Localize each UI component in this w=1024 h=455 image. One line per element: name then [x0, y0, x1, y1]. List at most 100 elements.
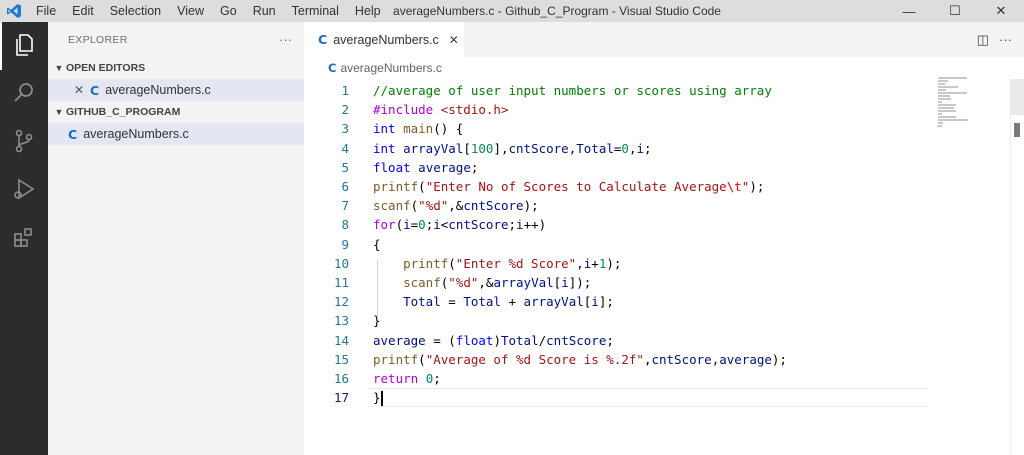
code-line[interactable]: 16 return 0;	[304, 369, 929, 388]
explorer-button[interactable]	[0, 22, 48, 70]
code-line[interactable]: 13}	[304, 311, 929, 330]
menu-terminal[interactable]: Terminal	[284, 0, 347, 22]
code-token: printf	[403, 256, 449, 271]
code-token: }	[373, 389, 381, 405]
extensions-button[interactable]	[0, 214, 48, 262]
code-token: Total	[463, 294, 501, 309]
menu-view[interactable]: View	[169, 0, 212, 22]
line-code: printf("Enter No of Scores to Calculate …	[373, 179, 764, 194]
c-file-icon: C	[328, 61, 337, 75]
editor-tab[interactable]: C averageNumbers.c ✕	[304, 22, 464, 57]
open-editor-item[interactable]: ✕ C averageNumbers.c	[48, 79, 304, 101]
code-line[interactable]: 17}	[304, 388, 929, 407]
line-number: 10	[333, 256, 349, 271]
code-token: i	[403, 217, 411, 232]
source-control-button[interactable]	[0, 118, 48, 166]
line-code: return 0;	[373, 371, 441, 386]
menu-selection[interactable]: Selection	[102, 0, 169, 22]
line-code: scanf("%d",&cntScore);	[373, 198, 539, 213]
minimap-line	[938, 98, 951, 100]
menu-go[interactable]: Go	[212, 0, 245, 22]
code-token: ++)	[523, 217, 547, 232]
code-line[interactable]: 15 printf("Average of %d Score is %.2f",c…	[304, 350, 929, 369]
code-token: ]);	[568, 275, 592, 290]
minimize-button[interactable]: —	[886, 0, 932, 22]
code-token: ;	[644, 141, 652, 156]
code-token: Total	[403, 294, 441, 309]
code-token: (	[395, 217, 404, 232]
search-button[interactable]	[0, 70, 48, 118]
code-line[interactable]: 9{	[304, 235, 929, 254]
code-token: "%d"	[448, 275, 479, 290]
code-token: arrayVal	[493, 275, 554, 290]
code-token: average	[373, 333, 426, 348]
code-token: i	[433, 217, 441, 232]
code-token: printf	[373, 179, 419, 194]
code-line[interactable]: 10 printf("Enter %d Score",i+1);	[304, 254, 929, 273]
text-cursor	[380, 390, 383, 406]
code-line[interactable]: 11 scanf("%d",&arrayVal[i]);	[304, 273, 929, 292]
minimap-line	[938, 113, 942, 115]
folder-header[interactable]: ▼ GITHUB_C_PROGRAM	[48, 101, 304, 123]
code-line[interactable]: 2 #include <stdio.h>	[304, 100, 929, 119]
code-token: float	[373, 160, 411, 175]
breadcrumb-filename[interactable]: averageNumbers.c	[340, 61, 441, 75]
line-code: int arrayVal[100],cntScore,Total=0,i;	[373, 141, 652, 156]
minimap-line	[938, 95, 951, 97]
code-token: 100	[470, 141, 494, 156]
more-actions-icon[interactable]: ···	[999, 32, 1012, 47]
maximize-button[interactable]: ☐	[932, 0, 978, 22]
line-number: 16	[333, 371, 349, 386]
line-code: float average;	[373, 160, 478, 175]
menu-file[interactable]: File	[28, 0, 64, 22]
line-number: 5	[341, 160, 349, 175]
code-line[interactable]: 7 scanf("%d",&cntScore);	[304, 196, 929, 215]
code-line[interactable]: 12 Total = Total + arrayVal[i];	[304, 292, 929, 311]
menu-edit[interactable]: Edit	[64, 0, 102, 22]
code-token: ,&	[448, 198, 464, 213]
chevron-down-icon: ▼	[54, 63, 64, 73]
code-token: ,&	[478, 275, 494, 290]
line-number: 17	[333, 390, 349, 405]
minimap[interactable]	[938, 77, 994, 127]
code-token: arrayVal	[523, 294, 584, 309]
code-line[interactable]: 4 int arrayVal[100],cntScore,Total=0,i;	[304, 139, 929, 158]
source-control-icon	[11, 128, 37, 157]
menu-help[interactable]: Help	[347, 0, 389, 22]
menu-run[interactable]: Run	[245, 0, 284, 22]
code-line[interactable]: 5 float average;	[304, 158, 929, 177]
code-token: #include	[373, 102, 441, 117]
code-line[interactable]: 14 average = (float)Total/cntScore;	[304, 331, 929, 350]
line-code: for(i=0;i<cntScore;i++)	[373, 217, 546, 232]
tab-close-icon[interactable]: ✕	[449, 33, 459, 47]
line-number: 6	[341, 179, 349, 194]
explorer-more-button[interactable]: ···	[279, 32, 292, 47]
code-line[interactable]: 8 for(i=0;i<cntScore;i++)	[304, 215, 929, 234]
file-tree-item[interactable]: C averageNumbers.c	[48, 123, 304, 145]
code-token: =	[440, 294, 464, 309]
code-line[interactable]: 6 printf("Enter No of Scores to Calculate…	[304, 177, 929, 196]
code-token: "%d"	[418, 198, 449, 213]
line-code: Total = Total + arrayVal[i];	[373, 294, 614, 309]
close-editor-icon[interactable]: ✕	[74, 83, 90, 97]
line-number: 9	[341, 237, 349, 252]
code-token: "Enter %d Score"	[455, 256, 577, 271]
code-token: (	[418, 352, 426, 367]
code-line[interactable]: 3 int main() {	[304, 119, 929, 138]
open-editors-header[interactable]: ▼ OPEN EDITORS	[48, 57, 304, 79]
run-debug-button[interactable]	[0, 166, 48, 214]
code-token: <stdio.h>	[440, 102, 509, 117]
minimap-line	[938, 89, 946, 91]
minimap-line	[938, 125, 942, 127]
activity-bar	[0, 22, 48, 455]
close-window-button[interactable]: ✕	[978, 0, 1024, 22]
split-editor-icon[interactable]: ◫	[977, 32, 989, 48]
code-token: cntScore	[508, 141, 569, 156]
code-editor[interactable]: 1 //average of user input numbers or scor…	[304, 79, 1024, 455]
line-code: {	[373, 237, 381, 252]
minimap-line	[938, 110, 956, 112]
code-line[interactable]: 1 //average of user input numbers or scor…	[304, 81, 929, 100]
scrollbar-thumb[interactable]	[1010, 79, 1024, 115]
